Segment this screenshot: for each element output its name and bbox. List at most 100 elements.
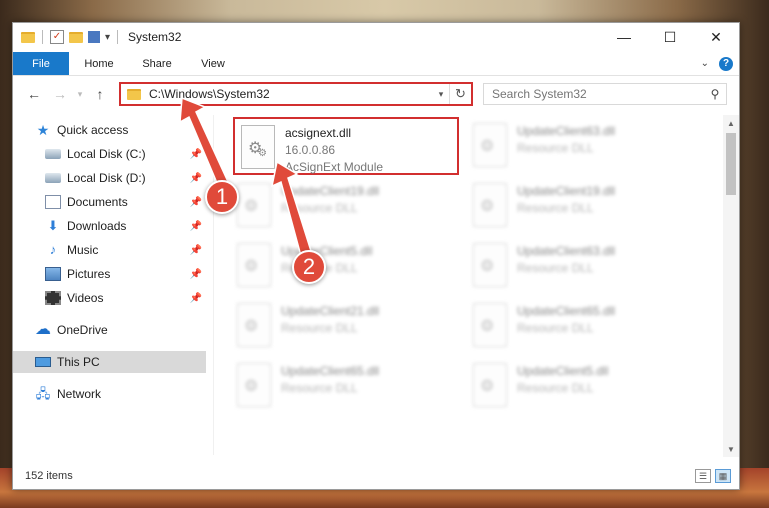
dll-file-icon: ⚙ — [237, 303, 271, 347]
drive-icon — [45, 173, 61, 183]
gear-icon: ⚙ — [480, 258, 495, 275]
navigation-buttons: ← → ▾ ↑ — [23, 84, 111, 104]
file-tile[interactable]: ⚙ UpdateClient65.dll Resource DLL — [473, 301, 713, 355]
file-type: Resource DLL — [281, 381, 358, 395]
sidebar-item-network[interactable]: 🖧 Network — [13, 383, 206, 405]
search-icon[interactable]: ⚲ — [704, 87, 726, 101]
file-tile[interactable]: ⚙ UpdateClient63.dll Resource DLL — [473, 241, 713, 295]
tab-share[interactable]: Share — [129, 52, 185, 75]
file-description: AcSignExt Module — [285, 160, 384, 174]
file-type: Resource DLL — [281, 321, 358, 335]
pane-divider[interactable] — [213, 115, 214, 455]
file-type: Resource DLL — [281, 201, 358, 215]
scroll-down-icon[interactable]: ▼ — [723, 441, 739, 457]
dll-file-icon: ⚙ — [237, 363, 271, 407]
up-button[interactable]: ↑ — [89, 84, 111, 104]
file-type: Resource DLL — [517, 261, 594, 275]
chevron-down-icon[interactable]: ▾ — [105, 32, 110, 43]
file-type: Resource DLL — [517, 321, 594, 335]
file-tile[interactable]: ⚙ UpdateClient19.dll Resource DLL — [473, 181, 713, 235]
sidebar-item-onedrive[interactable]: ☁ OneDrive — [13, 319, 206, 341]
chevron-down-icon[interactable]: ▾ — [433, 89, 449, 100]
refresh-icon[interactable]: ↻ — [449, 84, 471, 104]
tiles-view-icon[interactable]: ▦ — [715, 469, 731, 483]
sidebar-item-label: Downloads — [67, 219, 127, 233]
sidebar-item-downloads[interactable]: ⬇ Downloads 📌 — [13, 215, 206, 237]
divider — [42, 30, 43, 44]
forward-button[interactable]: → — [49, 84, 71, 104]
sidebar-item-label: OneDrive — [57, 323, 108, 337]
status-bar: 152 items ☰ ▦ — [13, 463, 739, 489]
new-folder-icon[interactable] — [69, 31, 83, 43]
window-title: System32 — [128, 30, 182, 44]
file-tile[interactable]: ⚙ UpdateClient63.dll Resource DLL — [473, 121, 713, 175]
pictures-icon — [45, 267, 61, 281]
sidebar-item-label: Quick access — [57, 123, 129, 137]
scroll-thumb[interactable] — [726, 133, 736, 195]
sidebar-item-quick-access[interactable]: ★ Quick access — [13, 119, 206, 141]
sidebar-item-local-disk-c[interactable]: Local Disk (C:) 📌 — [13, 143, 206, 165]
network-icon: 🖧 — [35, 386, 51, 401]
file-name: UpdateClient65.dll — [517, 304, 616, 318]
file-name: UpdateClient5.dll — [517, 364, 609, 378]
sidebar-item-this-pc[interactable]: This PC — [13, 351, 206, 373]
file-tile[interactable]: ⚙ UpdateClient5.dll Resource DLL — [237, 241, 477, 295]
maximize-button[interactable]: ☐ — [647, 23, 693, 51]
address-path[interactable]: C:\Windows\System32 — [149, 87, 433, 101]
pin-icon[interactable]: 📌 — [190, 293, 202, 304]
sidebar-item-label: This PC — [57, 355, 100, 369]
download-arrow-icon: ⬇ — [47, 218, 59, 233]
tab-file[interactable]: File — [13, 52, 69, 75]
file-name: UpdateClient19.dll — [517, 184, 616, 198]
search-box[interactable]: ⚲ — [483, 83, 727, 105]
file-tile[interactable]: ⚙ UpdateClient19.dll Resource DLL — [237, 181, 477, 235]
pin-icon[interactable]: 📌 — [190, 269, 202, 280]
minimize-button[interactable]: — — [601, 23, 647, 51]
explorer-window: ✓ ▾ System32 — ☐ ✕ File Home Share View … — [12, 22, 740, 490]
details-view-icon[interactable]: ☰ — [695, 469, 711, 483]
ribbon-tabs: File Home Share View ⌄ ? — [13, 52, 739, 76]
sidebar-item-label: Pictures — [67, 267, 111, 281]
pin-icon[interactable]: 📌 — [190, 197, 202, 208]
back-button[interactable]: ← — [23, 84, 45, 104]
pin-icon[interactable]: 📌 — [190, 149, 202, 160]
file-list: ⚙ ⚙ acsignext.dll 16.0.0.86 AcSignExt Mo… — [223, 115, 728, 455]
dll-file-icon: ⚙ — [237, 183, 271, 227]
recent-locations-icon[interactable]: ▾ — [75, 84, 85, 104]
pin-icon[interactable]: 📌 — [190, 173, 202, 184]
sidebar-item-documents[interactable]: Documents 📌 — [13, 191, 206, 213]
file-name: UpdateClient65.dll — [281, 364, 380, 378]
file-type: Resource DLL — [517, 141, 594, 155]
tab-view[interactable]: View — [185, 52, 241, 75]
sidebar-item-music[interactable]: ♪ Music 📌 — [13, 239, 206, 261]
ribbon-right: ⌄ ? — [701, 52, 739, 75]
file-tile[interactable]: ⚙ UpdateClient65.dll Resource DLL — [237, 361, 477, 415]
close-button[interactable]: ✕ — [693, 23, 739, 51]
gear-icon: ⚙ — [244, 378, 259, 395]
title-bar: ✓ ▾ System32 — ☐ ✕ — [13, 23, 739, 51]
file-tile[interactable]: ⚙ UpdateClient21.dll Resource DLL — [237, 301, 477, 355]
gear-icon: ⚙ — [244, 258, 259, 275]
file-version: 16.0.0.86 — [285, 143, 336, 157]
pin-icon[interactable]: 📌 — [190, 245, 202, 256]
expand-ribbon-icon[interactable]: ⌄ — [701, 58, 709, 69]
sidebar-item-label: Local Disk (D:) — [67, 171, 146, 185]
tab-home[interactable]: Home — [69, 52, 129, 75]
pin-icon[interactable]: 📌 — [190, 221, 202, 232]
vertical-scrollbar[interactable]: ▲ ▼ — [723, 115, 739, 457]
file-name: UpdateClient19.dll — [281, 184, 380, 198]
address-bar[interactable]: C:\Windows\System32 ▾ ↻ — [119, 82, 473, 106]
file-tile-acsignext[interactable]: ⚙ ⚙ acsignext.dll 16.0.0.86 AcSignExt Mo… — [233, 117, 459, 175]
sidebar-item-videos[interactable]: Videos 📌 — [13, 287, 206, 309]
sidebar-item-label: Local Disk (C:) — [67, 147, 146, 161]
sidebar-item-local-disk-d[interactable]: Local Disk (D:) 📌 — [13, 167, 206, 189]
scroll-up-icon[interactable]: ▲ — [723, 115, 739, 131]
search-input[interactable] — [484, 85, 704, 103]
computer-icon — [35, 357, 51, 367]
help-icon[interactable]: ? — [719, 56, 733, 71]
properties-icon[interactable] — [88, 31, 100, 43]
folder-icon — [21, 31, 35, 43]
sidebar-item-pictures[interactable]: Pictures 📌 — [13, 263, 206, 285]
properties-check-icon[interactable]: ✓ — [50, 30, 64, 44]
file-tile[interactable]: ⚙ UpdateClient5.dll Resource DLL — [473, 361, 713, 415]
